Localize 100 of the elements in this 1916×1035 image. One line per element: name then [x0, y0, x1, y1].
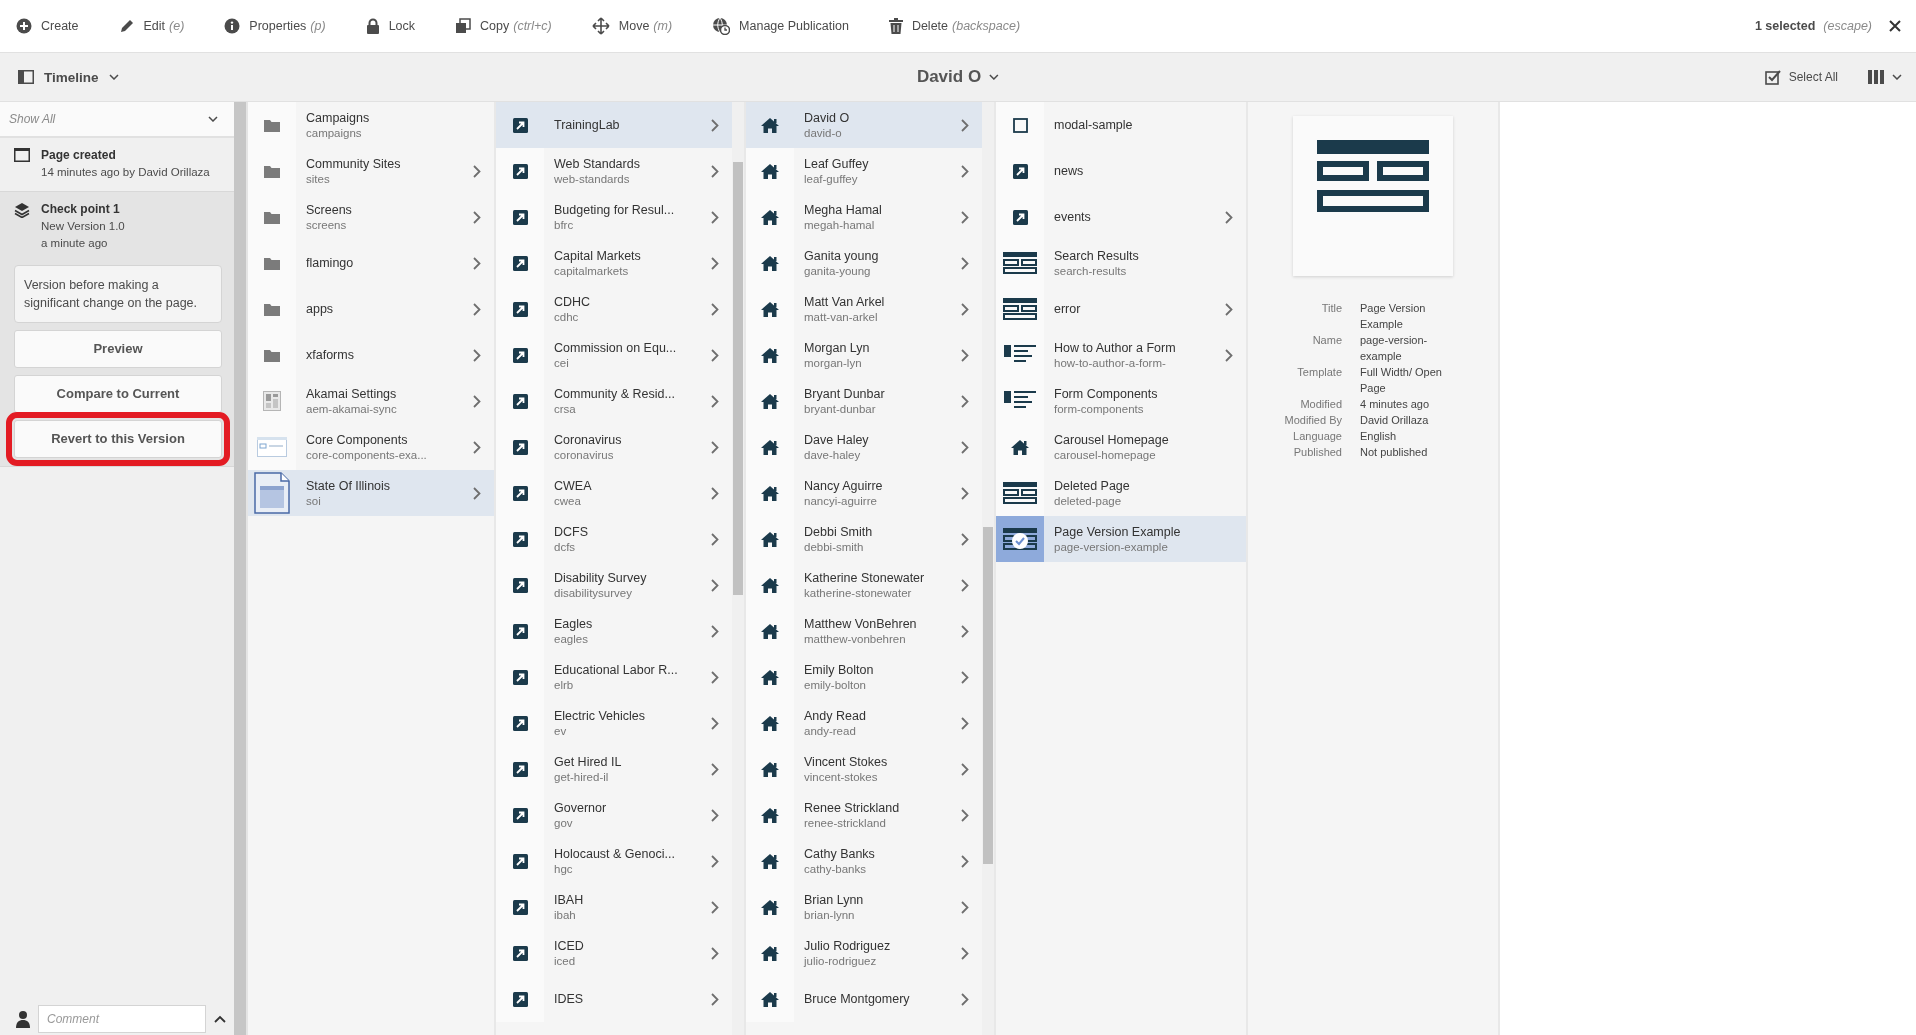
column-item[interactable]: Katherine Stonewater katherine-stonewater	[746, 562, 982, 608]
comment-field[interactable]: Comment	[38, 1005, 206, 1033]
item-title: Electric Vehicles	[554, 709, 646, 723]
column-item[interactable]: Dave Haley dave-haley	[746, 424, 982, 470]
column-item[interactable]: Bryant Dunbar bryant-dunbar	[746, 378, 982, 424]
toolbar-button[interactable]: Move (m)	[589, 13, 675, 39]
column-item[interactable]: Brian Lynn brian-lynn	[746, 884, 982, 930]
select-all-button[interactable]: Select All	[1764, 69, 1838, 85]
item-name: bfrc	[554, 219, 575, 231]
column-item[interactable]: State Of Illinois soi	[248, 470, 494, 516]
column-item[interactable]: flamingo	[248, 240, 494, 286]
column-item[interactable]: How to Author a Form how-to-author-a-form-	[996, 332, 1246, 378]
toolbar-button[interactable]: Copy (ctrl+c)	[453, 14, 554, 38]
column-item[interactable]: Emily Bolton emily-bolton	[746, 654, 982, 700]
column-item[interactable]: Get Hired IL get-hired-il	[496, 746, 732, 792]
column-item[interactable]: Akamai Settings aem-akamai-sync	[248, 378, 494, 424]
column-item[interactable]: Vincent Stokes vincent-stokes	[746, 746, 982, 792]
column-item[interactable]: Debbi Smith debbi-smith	[746, 516, 982, 562]
column-item[interactable]: Deleted Page deleted-page	[996, 470, 1246, 516]
column-item[interactable]: ICED iced	[496, 930, 732, 976]
item-title: Ganita young	[804, 249, 880, 263]
property-label: Modified	[1299, 397, 1342, 412]
column-item[interactable]: IDES	[496, 976, 732, 1022]
column-item[interactable]: Community Sites sites	[248, 148, 494, 194]
item-thumbnail[interactable]	[996, 102, 1044, 148]
column-item[interactable]: Disability Survey disabilitysurvey	[496, 562, 732, 608]
item-name: debbi-smith	[804, 541, 865, 553]
column-item[interactable]: IBAH ibah	[496, 884, 732, 930]
column-item[interactable]: Megha Hamal megah-hamal	[746, 194, 982, 240]
column-item[interactable]: DCFS dcfs	[496, 516, 732, 562]
item-thumbnail[interactable]	[496, 976, 544, 1022]
column-item[interactable]: apps	[248, 286, 494, 332]
column-item[interactable]: Core Components core-components-exa...	[248, 424, 494, 470]
close-button[interactable]	[1888, 19, 1902, 33]
column-item[interactable]: Electric Vehicles ev	[496, 700, 732, 746]
column-item[interactable]: CWEA cwea	[496, 470, 732, 516]
scrollbar-thumb[interactable]	[733, 162, 743, 595]
toolbar-button[interactable]: Edit (e)	[116, 14, 187, 38]
column-item[interactable]: Morgan Lyn morgan-lyn	[746, 332, 982, 378]
column-item[interactable]: Campaigns campaigns	[248, 102, 494, 148]
column-item[interactable]: Coronavirus coronavirus	[496, 424, 732, 470]
column-item[interactable]: Bruce Montgomery	[746, 976, 982, 1022]
column-item[interactable]: Nancy Aguirre nancyi-aguirre	[746, 470, 982, 516]
scrollbar[interactable]	[234, 102, 246, 1035]
item-thumbnail[interactable]	[248, 102, 296, 148]
column-item[interactable]: Community & Resid... crsa	[496, 378, 732, 424]
column-item[interactable]: Capital Markets capitalmarkets	[496, 240, 732, 286]
column-item[interactable]: Holocaust & Genoci... hgc	[496, 838, 732, 884]
escape-hint: (escape)	[1823, 19, 1872, 33]
version-action-button[interactable]: Preview	[14, 330, 222, 368]
item-thumbnail[interactable]	[496, 148, 544, 194]
home-icon	[761, 393, 779, 409]
view-switcher[interactable]	[1868, 70, 1902, 84]
column-item[interactable]: Matthew VonBehren matthew-vonbehren	[746, 608, 982, 654]
column-item[interactable]: Form Components form-components	[996, 378, 1246, 424]
scrollbar-thumb[interactable]	[983, 527, 993, 864]
item-thumbnail[interactable]	[746, 976, 794, 1022]
column-item[interactable]: Cathy Banks cathy-banks	[746, 838, 982, 884]
timeline-rail-dropdown[interactable]: Timeline	[18, 69, 119, 85]
column-item[interactable]: Governor gov	[496, 792, 732, 838]
column-item[interactable]: Budgeting for Resul... bfrc	[496, 194, 732, 240]
column-item[interactable]: news	[996, 148, 1246, 194]
column-item[interactable]: CDHC cdhc	[496, 286, 732, 332]
column-item[interactable]: events	[996, 194, 1246, 240]
column-item[interactable]: Andy Read andy-read	[746, 700, 982, 746]
item-thumbnail[interactable]	[248, 424, 296, 470]
property-label: Modified By	[1283, 413, 1342, 428]
column-item[interactable]: Educational Labor R... elrb	[496, 654, 732, 700]
breadcrumb-title[interactable]: David O	[916, 67, 1000, 87]
column-item[interactable]: Screens screens	[248, 194, 494, 240]
column-item[interactable]: Carousel Homepage carousel-homepage	[996, 424, 1246, 470]
toolbar-button[interactable]: Manage Publication	[710, 13, 851, 39]
version-action-button[interactable]: Compare to Current	[14, 375, 222, 413]
item-thumbnail[interactable]	[746, 148, 794, 194]
item-title: Emily Bolton	[804, 663, 875, 677]
column-item[interactable]: TrainingLab	[496, 102, 732, 148]
toolbar-button[interactable]: Lock	[363, 14, 418, 38]
column-item[interactable]: error	[996, 286, 1246, 332]
toolbar-button[interactable]: Properties (p)	[222, 14, 328, 38]
property-value: Full Width/ Open Page	[1360, 365, 1443, 396]
column-item[interactable]: Page Version Example page-version-example	[996, 516, 1246, 562]
column-item[interactable]: Renee Strickland renee-strickland	[746, 792, 982, 838]
column-item[interactable]: modal-sample	[996, 102, 1246, 148]
item-thumbnail[interactable]	[996, 516, 1044, 562]
chevron-up-icon[interactable]	[214, 1015, 226, 1023]
column-item[interactable]: Ganita young ganita-young	[746, 240, 982, 286]
column-item[interactable]: Julio Rodriguez julio-rodriguez	[746, 930, 982, 976]
column-item[interactable]: xfaforms	[248, 332, 494, 378]
toolbar-button[interactable]: Delete (backspace)	[886, 14, 1023, 38]
column-item[interactable]: Matt Van Arkel matt-van-arkel	[746, 286, 982, 332]
column-item[interactable]: David O david-o	[746, 102, 982, 148]
timeline-entry[interactable]: Check point 1 New Version 1.0 a minute ago Version before making a significant change on the page. Preview Compare to Current Revert to this Version	[0, 192, 234, 467]
toolbar-button[interactable]: Create	[14, 14, 81, 38]
column-item[interactable]: Web Standards web-standards	[496, 148, 732, 194]
column-item[interactable]: Eagles eagles	[496, 608, 732, 654]
item-name: brian-lynn	[804, 909, 856, 921]
item-thumbnail[interactable]	[996, 470, 1044, 516]
column-item[interactable]: Commission on Equ... cei	[496, 332, 732, 378]
column-item[interactable]: Leaf Guffey leaf-guffey	[746, 148, 982, 194]
column-item[interactable]: Search Results search-results	[996, 240, 1246, 286]
